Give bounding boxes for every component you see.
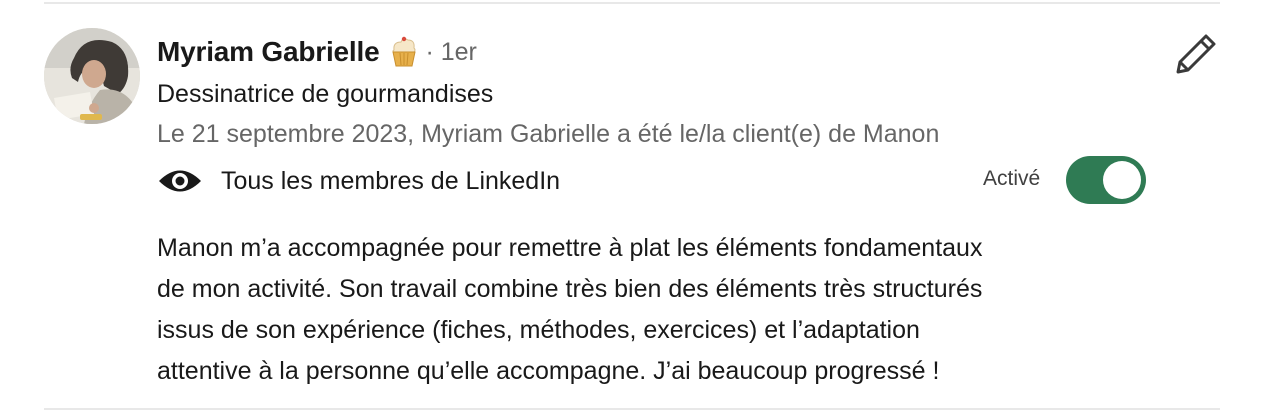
recommender-headline: Dessinatrice de gourmandises bbox=[157, 80, 494, 108]
name-row: Myriam Gabrielle · 1er bbox=[157, 32, 477, 72]
pencil-icon bbox=[1176, 34, 1216, 74]
recommendation-text: Manon m’a accompagnée pour remettre à pl… bbox=[157, 228, 1167, 392]
visibility-setting: Tous les membres de LinkedIn bbox=[157, 162, 560, 200]
recommendation-line: issus de son expérience (fiches, méthode… bbox=[157, 316, 920, 344]
visibility-label: Tous les membres de LinkedIn bbox=[221, 166, 561, 195]
top-divider bbox=[44, 2, 1220, 4]
cupcake-icon bbox=[392, 36, 417, 67]
relationship-text: Le 21 septembre 2023, Myriam Gabrielle a… bbox=[157, 120, 940, 148]
recommendation-line: attentive à la personne qu’elle accompag… bbox=[157, 357, 940, 385]
eye-icon bbox=[159, 170, 201, 192]
toggle-knob bbox=[1103, 161, 1141, 199]
recommendation-line: Manon m’a accompagnée pour remettre à pl… bbox=[157, 234, 983, 262]
toggle-label: Activé bbox=[983, 167, 1041, 190]
avatar-photo bbox=[44, 28, 140, 124]
recommendation-line: de mon activité. Son travail combine trè… bbox=[157, 275, 983, 303]
bottom-divider bbox=[44, 408, 1220, 410]
connection-degree: · 1er bbox=[425, 37, 477, 66]
recommender-name[interactable]: Myriam Gabrielle bbox=[157, 36, 380, 68]
edit-button[interactable] bbox=[1172, 30, 1220, 78]
avatar[interactable] bbox=[44, 28, 140, 124]
visibility-toggle[interactable] bbox=[1066, 156, 1146, 204]
